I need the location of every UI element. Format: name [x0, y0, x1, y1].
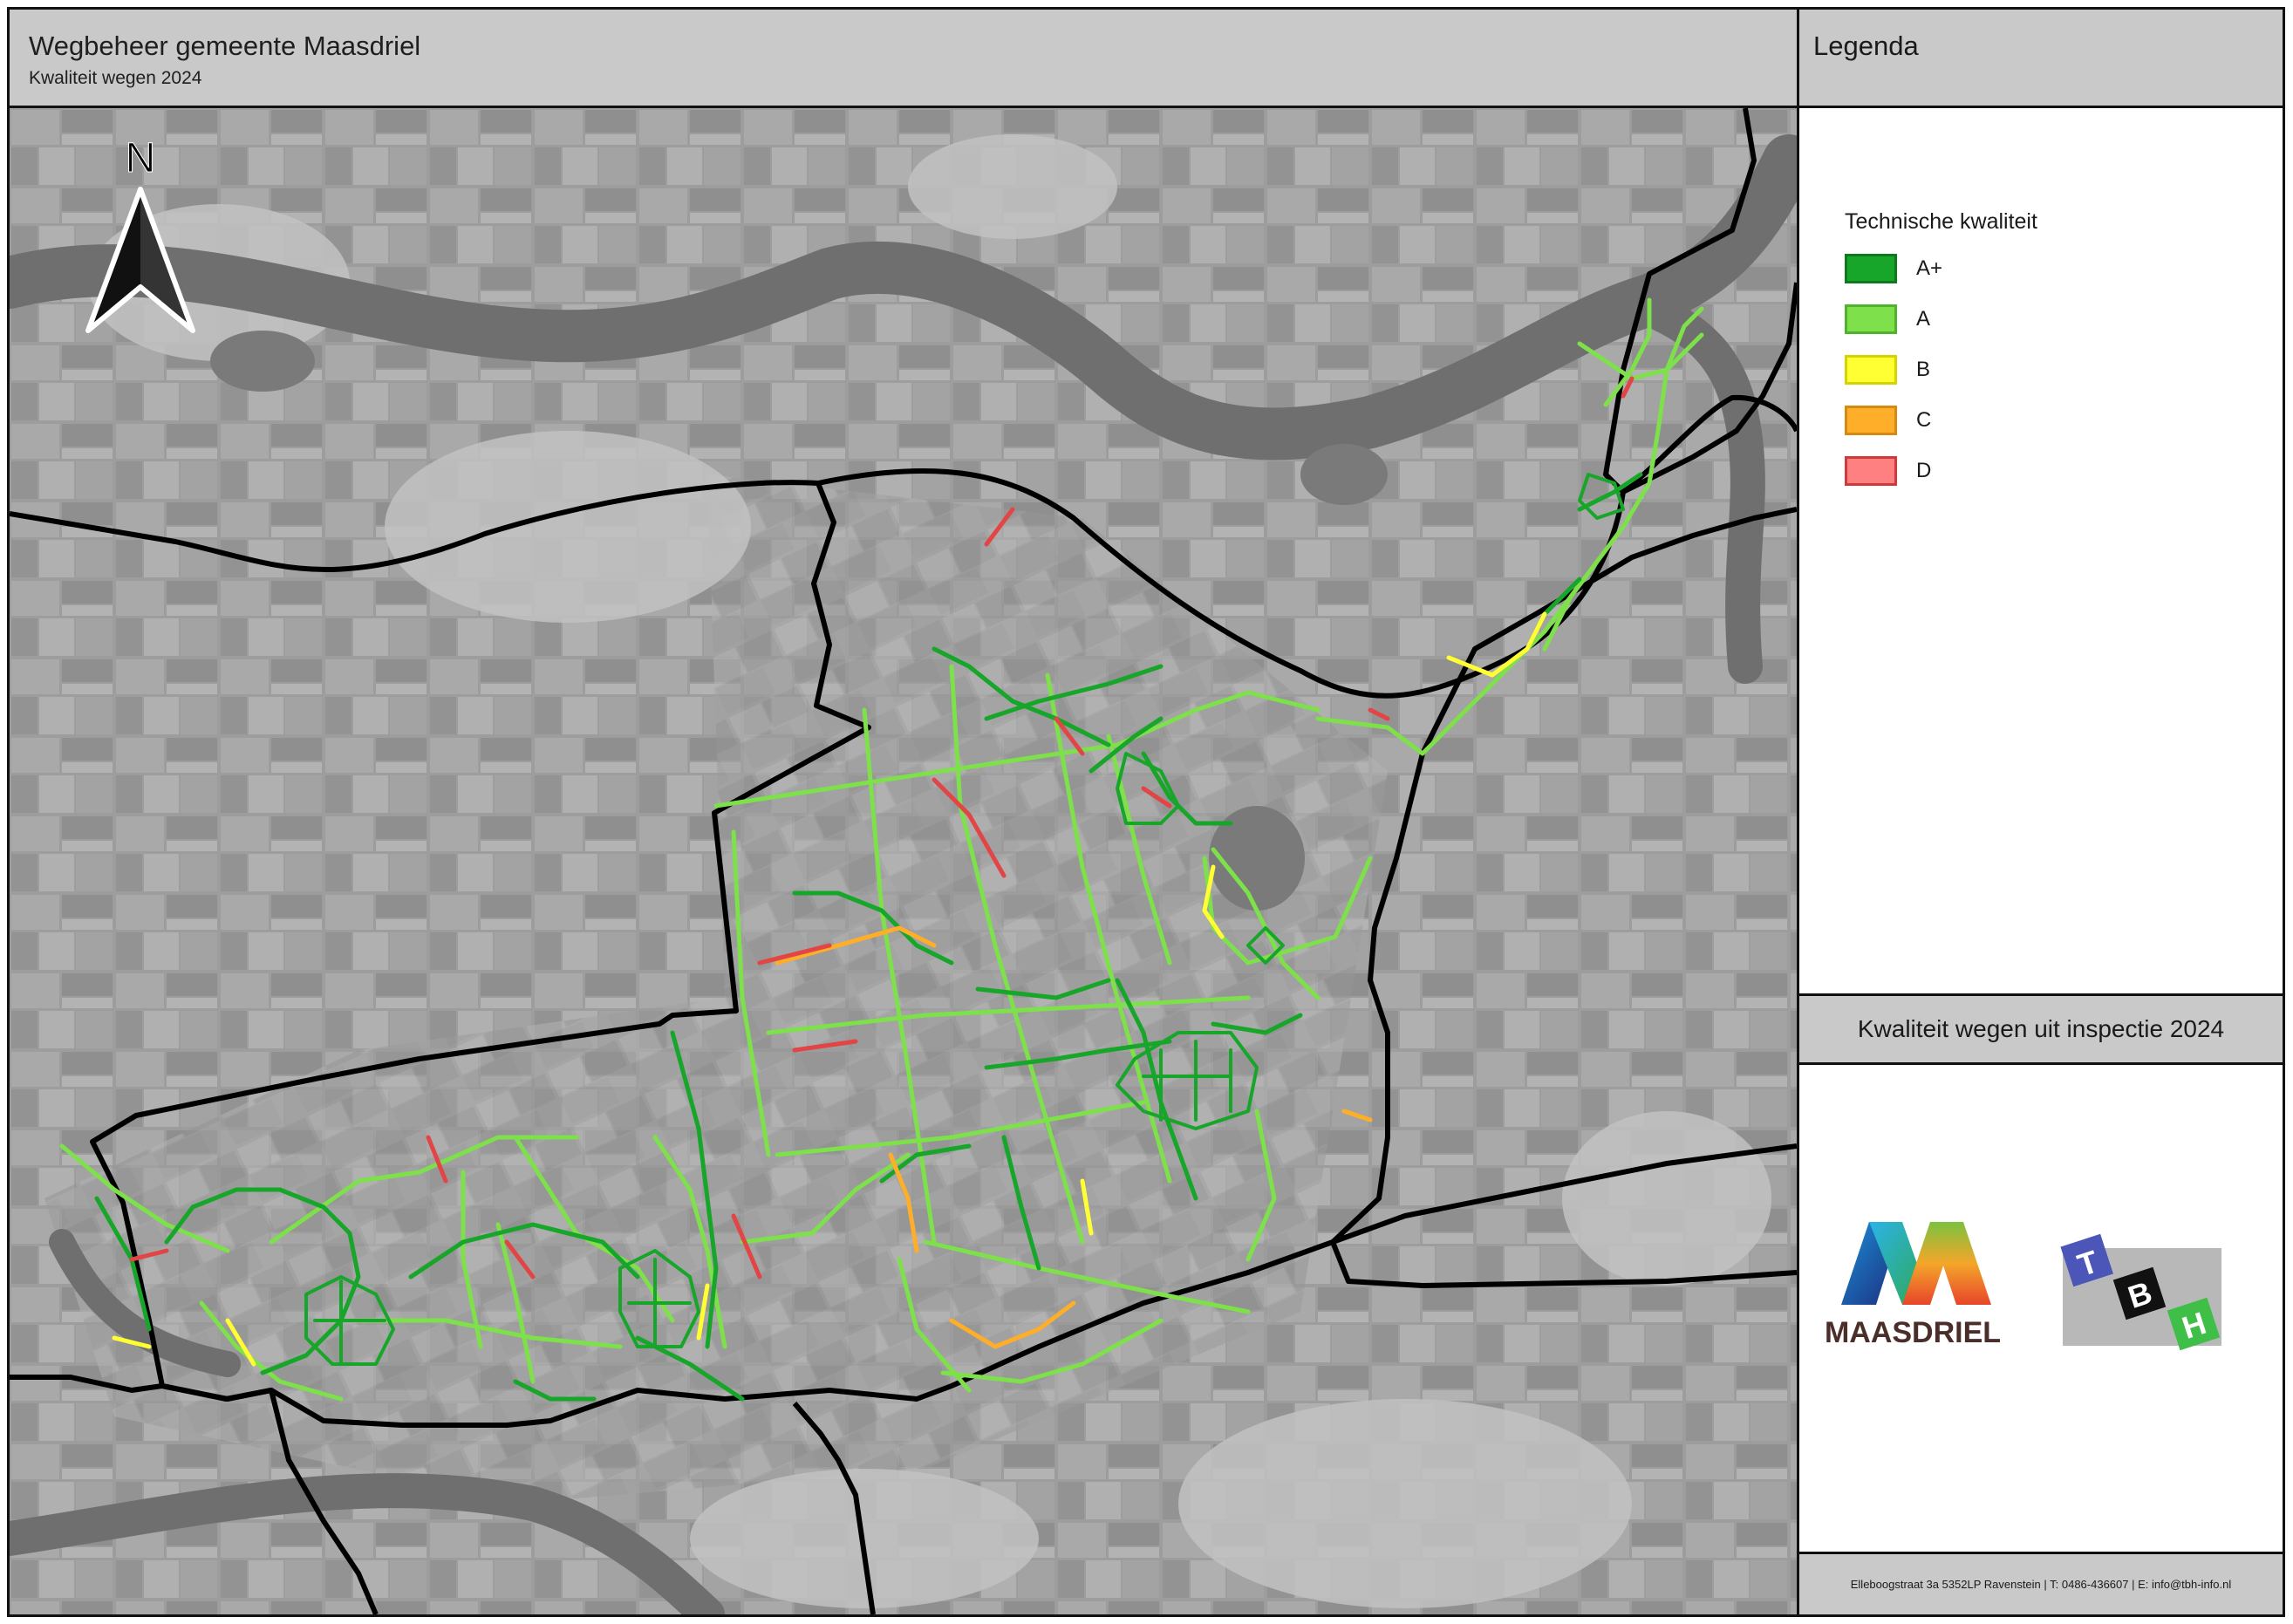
legend-item-label: D	[1916, 459, 1932, 482]
inspection-header: Kwaliteit wegen uit inspectie 2024	[1799, 993, 2283, 1065]
map-title: Wegbeheer gemeente Maasdriel	[29, 31, 421, 61]
footer: Elleboogstraat 3a 5352LP Ravenstein | T:…	[1799, 1552, 2283, 1614]
inspection-title: Kwaliteit wegen uit inspectie 2024	[1857, 1015, 2225, 1042]
map-sheet: Wegbeheer gemeente Maasdriel Kwaliteit w…	[7, 7, 2285, 1617]
legend-header: Legenda	[1799, 10, 2283, 108]
map-canvas[interactable]: N	[10, 108, 1797, 1614]
legend-swatch	[1845, 304, 1897, 334]
logos-area: MAASDRIEL T B H	[1799, 1065, 2283, 1552]
legend-swatch	[1845, 355, 1897, 385]
legend-item-label: A	[1916, 307, 1931, 331]
legend-panel: Legenda Technische kwaliteit A+ A B C D …	[1799, 10, 2283, 1614]
map-frame[interactable]: N	[10, 108, 1799, 1614]
maasdriel-wordmark: MAASDRIEL	[1825, 1316, 2001, 1349]
tbh-logo: T B H	[2060, 1233, 2221, 1351]
legend-swatch	[1845, 254, 1897, 283]
legend-item-label: B	[1916, 358, 1931, 381]
legend-title: Legenda	[1813, 31, 1919, 61]
map-subtitle: Kwaliteit wegen 2024	[29, 68, 202, 88]
legend-body: Technische kwaliteit A+ A B C D	[1799, 108, 2283, 998]
legend-item-label: A+	[1916, 256, 1943, 280]
logos-canvas: MAASDRIEL T B H	[1825, 1222, 2221, 1351]
north-arrow-label: N	[126, 135, 156, 181]
legend-swatch	[1845, 406, 1897, 435]
map-header: Wegbeheer gemeente Maasdriel Kwaliteit w…	[10, 10, 1799, 108]
legend-section-title: Technische kwaliteit	[1845, 209, 2037, 234]
footer-contact: Elleboogstraat 3a 5352LP Ravenstein | T:…	[1850, 1578, 2232, 1591]
legend-swatch	[1845, 456, 1897, 486]
legend-item-label: C	[1916, 408, 1932, 432]
maasdriel-logo: MAASDRIEL	[1825, 1222, 2001, 1349]
